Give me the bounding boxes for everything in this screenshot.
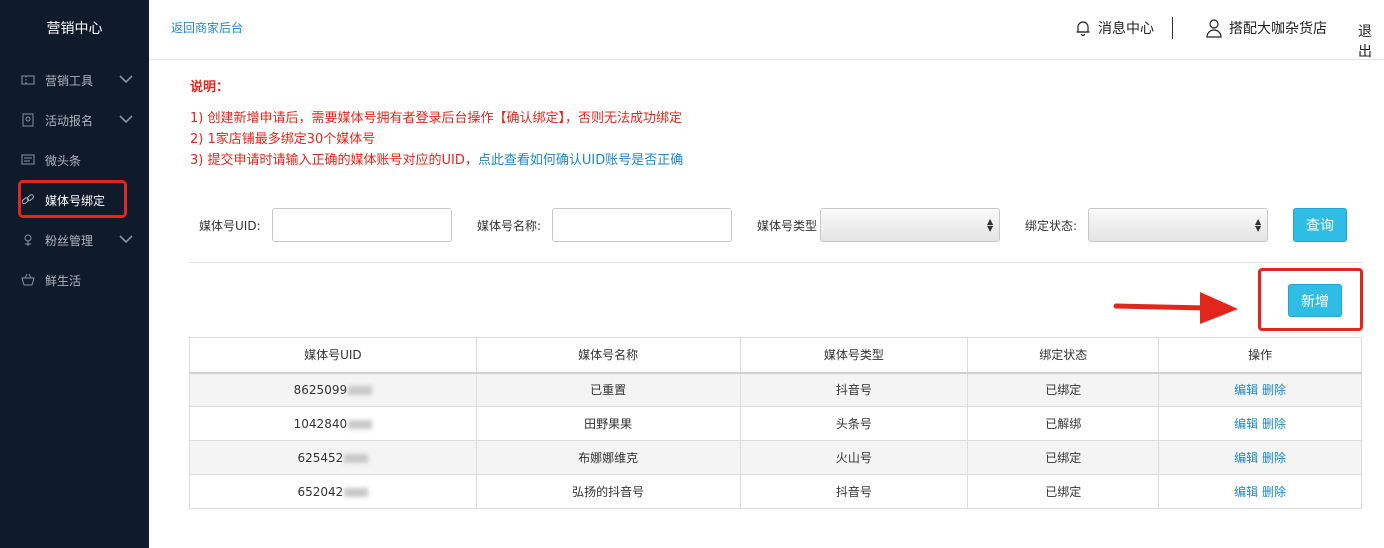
edit-link[interactable]: 编辑 (1234, 451, 1258, 465)
chevron-down-icon[interactable] (118, 233, 134, 245)
chevron-down-icon[interactable] (118, 73, 134, 85)
type-cell: 抖音号 (739, 372, 969, 407)
uid-cell: 1042840 (189, 406, 477, 441)
redacted-mask (344, 453, 369, 463)
status-cell: 已绑定 (967, 474, 1160, 509)
back-to-merchant-link[interactable]: 返回商家后台 (171, 19, 243, 36)
flower-icon (24, 234, 32, 246)
sidebar-item-micro-headline[interactable]: 微头条 (0, 145, 149, 175)
redacted-mask (348, 385, 373, 395)
media-binding-table: 媒体号UID 媒体号名称 媒体号类型 绑定状态 操作 8625099 已重置 抖… (189, 337, 1362, 509)
message-icon (21, 154, 35, 165)
sidebar-item-label: 鲜生活 (45, 273, 82, 288)
note-line-3: 3) 提交申请时请输入正确的媒体账号对应的UID，点此查看如何确认UID账号是否… (190, 149, 683, 168)
badge-icon (22, 113, 34, 127)
uid-cell: 652042 (189, 474, 477, 509)
sidebar-item-label: 粉丝管理 (45, 233, 94, 248)
status-cell: 已绑定 (967, 440, 1160, 475)
name-cell: 已重置 (475, 372, 741, 407)
note-line-2: 2) 1家店铺最多绑定30个媒体号 (190, 132, 376, 147)
edit-link[interactable]: 编辑 (1234, 383, 1258, 397)
delete-link[interactable]: 删除 (1262, 485, 1286, 499)
sidebar-item-label: 活动报名 (45, 113, 94, 128)
sidebar-item-fresh-life[interactable]: 鲜生活 (0, 265, 149, 295)
user-icon (1206, 19, 1222, 38)
bind-status-select[interactable]: ▲ ▼ (1088, 208, 1268, 242)
uid-help-link[interactable]: 点此查看如何确认UID账号是否正确 (478, 153, 683, 168)
highlight-box (18, 180, 127, 218)
table-row: 1042840 田野果果 头条号 已解绑 编辑 删除 (189, 406, 1362, 441)
name-cell: 田野果果 (475, 406, 741, 441)
edit-link[interactable]: 编辑 (1234, 485, 1258, 499)
message-center-label: 消息中心 (1098, 21, 1154, 37)
media-type-select[interactable]: ▲ ▼ (820, 208, 1000, 242)
top-bar: 返回商家后台 消息中心 搭配大咖杂货店 退出 (149, 0, 1384, 60)
name-cell: 弘扬的抖音号 (475, 474, 741, 509)
delete-link[interactable]: 删除 (1262, 417, 1286, 431)
uid-label: 媒体号UID: (199, 219, 261, 233)
annotation-arrow-icon (1113, 292, 1238, 324)
divider (189, 262, 1362, 263)
uid-value: 652042 (297, 484, 344, 499)
column-header: 绑定状态 (967, 337, 1160, 374)
table-header-row: 媒体号UID 媒体号名称 媒体号类型 绑定状态 操作 (189, 337, 1362, 374)
status-cell: 已解绑 (967, 406, 1160, 441)
column-header: 操作 (1158, 337, 1362, 374)
redacted-mask (348, 419, 373, 429)
ticket-icon (21, 75, 35, 85)
chevron-down-icon[interactable] (118, 113, 134, 125)
uid-value: 8625099 (293, 382, 348, 397)
uid-value: 625452 (297, 450, 344, 465)
store-name: 搭配大咖杂货店 (1229, 21, 1327, 37)
column-header: 媒体号类型 (739, 337, 969, 374)
add-button[interactable]: 新增 (1288, 284, 1342, 317)
type-cell: 头条号 (739, 406, 969, 441)
note-line-3-text: 3) 提交申请时请输入正确的媒体账号对应的UID， (190, 153, 478, 168)
sidebar-title: 营销中心 (46, 21, 103, 37)
note-line-1: 1) 创建新增申请后，需要媒体号拥有者登录后台操作【确认绑定】，否则无法成功绑定 (190, 111, 682, 126)
type-cell: 火山号 (739, 440, 969, 475)
basket-icon (21, 273, 35, 286)
sidebar-item-event-signup[interactable]: 活动报名 (0, 105, 149, 135)
select-arrows-icon: ▲ ▼ (1255, 217, 1262, 233)
media-type-label: 媒体号类型 (757, 219, 818, 233)
redacted-mask (344, 487, 369, 497)
media-name-input[interactable] (552, 208, 732, 242)
status-cell: 已绑定 (967, 372, 1160, 407)
media-name-label: 媒体号名称: (477, 219, 542, 233)
table-row: 8625099 已重置 抖音号 已绑定 编辑 删除 (189, 372, 1362, 407)
bind-status-label: 绑定状态: (1025, 219, 1078, 233)
logout-link[interactable]: 退出 (1358, 21, 1384, 61)
type-cell: 抖音号 (739, 474, 969, 509)
sidebar: 营销中心 营销工具 活动报名 微头条 媒体号绑定 粉丝管理 鲜生活 (0, 0, 149, 548)
actions-cell: 编辑 删除 (1158, 474, 1362, 509)
edit-link[interactable]: 编辑 (1234, 417, 1258, 431)
query-button[interactable]: 查询 (1293, 208, 1347, 242)
select-arrows-icon: ▲ ▼ (987, 217, 994, 233)
sidebar-item-label: 营销工具 (45, 73, 94, 88)
uid-input[interactable] (272, 208, 452, 242)
notes-title: 说明： (190, 80, 230, 95)
actions-cell: 编辑 删除 (1158, 406, 1362, 441)
name-cell: 布娜娜维克 (475, 440, 741, 475)
column-header: 媒体号名称 (475, 337, 741, 374)
table-row: 652042 弘扬的抖音号 抖音号 已绑定 编辑 删除 (189, 474, 1362, 509)
delete-link[interactable]: 删除 (1262, 383, 1286, 397)
divider (1172, 17, 1173, 39)
uid-cell: 625452 (189, 440, 477, 475)
sidebar-item-marketing-tools[interactable]: 营销工具 (0, 65, 149, 95)
sidebar-item-fans-management[interactable]: 粉丝管理 (0, 225, 149, 255)
actions-cell: 编辑 删除 (1158, 372, 1362, 407)
uid-cell: 8625099 (189, 372, 477, 407)
delete-link[interactable]: 删除 (1262, 451, 1286, 465)
uid-value: 1042840 (293, 416, 348, 431)
message-center-button[interactable]: 消息中心 (1074, 18, 1154, 38)
store-account-button[interactable]: 搭配大咖杂货店 (1205, 18, 1327, 38)
actions-cell: 编辑 删除 (1158, 440, 1362, 475)
column-header: 媒体号UID (189, 337, 477, 374)
table-row: 625452 布娜娜维克 火山号 已绑定 编辑 删除 (189, 440, 1362, 475)
sidebar-item-label: 微头条 (45, 153, 82, 168)
bell-icon (1076, 21, 1090, 37)
